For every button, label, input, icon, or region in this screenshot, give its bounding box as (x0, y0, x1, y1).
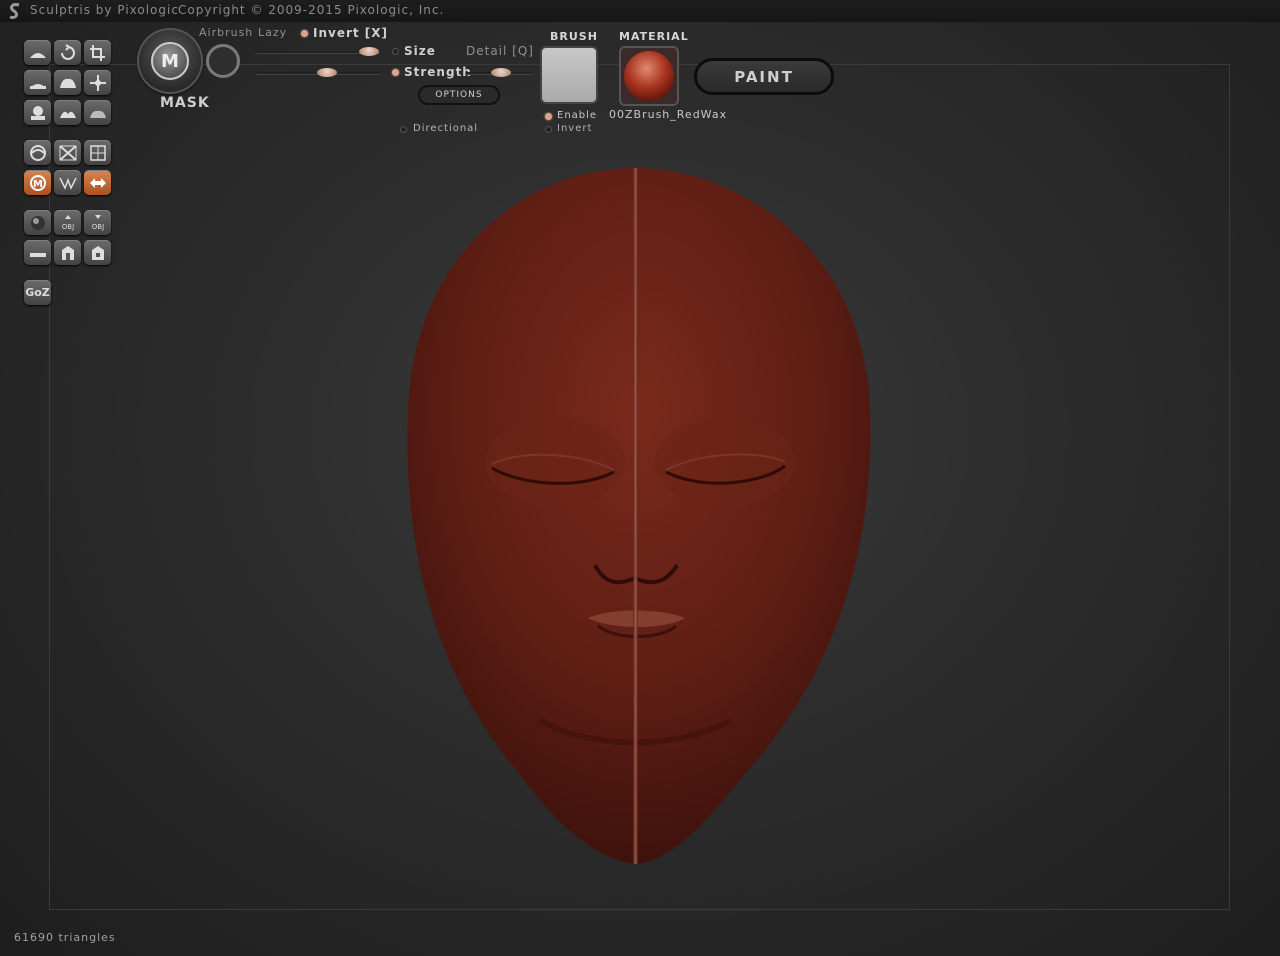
draw-tool-button[interactable] (24, 40, 51, 65)
rotate-tool-button[interactable] (54, 40, 81, 65)
material-name: 00ZBrush_RedWax (609, 108, 728, 121)
brush-invert-indicator[interactable] (545, 126, 552, 133)
move-arrows-icon (89, 74, 106, 91)
detail-slider-knob[interactable] (491, 68, 511, 77)
mask-mode-button[interactable]: M (24, 170, 51, 195)
import-obj-label: OBJ (61, 223, 73, 231)
mirror-button[interactable] (84, 170, 111, 195)
paint-button[interactable]: PAINT (694, 58, 834, 95)
inflate-icon (59, 78, 76, 88)
brush-texture-swatch[interactable] (540, 46, 598, 104)
grid-button[interactable] (84, 140, 111, 165)
left-eye-socket (485, 417, 625, 507)
save-file-button[interactable] (84, 240, 111, 265)
mask-m-icon: M (29, 174, 46, 191)
open-file-button[interactable] (54, 240, 81, 265)
invert-toggle[interactable]: Invert [X] (313, 26, 388, 40)
sculptris-logo-icon (9, 3, 20, 19)
save-file-icon (91, 245, 104, 260)
move-tool-button[interactable] (84, 70, 111, 95)
reduce-button[interactable] (54, 170, 81, 195)
symmetry-button[interactable] (24, 140, 51, 165)
grid-icon (89, 144, 106, 161)
detail-label: Detail [Q] (466, 44, 534, 58)
airbrush-toggle[interactable]: Airbrush (199, 26, 253, 39)
material-title: MATERIAL (619, 30, 689, 43)
right-eye-socket (655, 417, 795, 507)
head-surface (407, 168, 871, 864)
strength-slider-knob[interactable] (317, 68, 337, 77)
goz-button[interactable]: GoZ (24, 280, 51, 305)
app-title: Sculptris by Pixologic (30, 3, 179, 17)
crease-tool-button[interactable] (54, 100, 81, 125)
directional-toggle[interactable]: Directional (413, 123, 478, 134)
rotate-icon (60, 43, 75, 60)
crease-icon (59, 111, 76, 118)
options-button[interactable]: OPTIONS (418, 85, 500, 105)
strength-label: Strength (404, 65, 472, 79)
import-obj-icon: OBJ (61, 214, 74, 231)
symmetry-seam (633, 168, 638, 864)
plane-icon (29, 252, 46, 257)
symmetry-icon (29, 144, 46, 161)
wireframe-icon (58, 144, 77, 161)
smooth-tool-button[interactable] (84, 100, 111, 125)
reduce-icon (58, 177, 77, 190)
import-obj-button[interactable]: OBJ (54, 210, 81, 235)
material-swatch[interactable] (619, 46, 679, 106)
crop-icon (89, 44, 105, 61)
wireframe-button[interactable] (54, 140, 81, 165)
smooth-icon (89, 110, 106, 118)
mask-label: MASK (160, 95, 210, 111)
flatten-tool-button[interactable] (24, 70, 51, 95)
crop-tool-button[interactable] (84, 40, 111, 65)
export-obj-icon: OBJ (91, 214, 104, 231)
new-plane-button[interactable] (24, 240, 51, 265)
pinch-tool-button[interactable] (24, 100, 51, 125)
material-sphere-icon (624, 51, 674, 101)
new-sphere-button[interactable] (24, 210, 51, 235)
title-bar: Sculptris by Pixologic Copyright © 2009-… (0, 0, 1280, 22)
size-indicator[interactable] (392, 48, 399, 55)
lazy-toggle[interactable]: Lazy (258, 26, 287, 39)
export-obj-button[interactable]: OBJ (84, 210, 111, 235)
mask-button[interactable]: M (139, 30, 201, 92)
copyright-text: Copyright © 2009-2015 Pixologic, Inc. (178, 3, 445, 17)
sculpt-head-model[interactable] (380, 160, 900, 880)
triangle-count: 61690 triangles (14, 931, 116, 944)
sphere-icon (30, 215, 45, 230)
draw-brush-icon (29, 52, 46, 58)
flatten-icon (29, 83, 46, 89)
inflate-tool-button[interactable] (54, 70, 81, 95)
brush-falloff-ring[interactable] (206, 44, 240, 78)
size-label: Size (404, 44, 436, 58)
mask-m-badge-icon: M (151, 42, 189, 80)
export-obj-label: OBJ (91, 223, 103, 231)
strength-indicator[interactable] (392, 69, 399, 76)
size-slider-knob[interactable] (359, 47, 379, 56)
open-file-icon (61, 245, 74, 260)
directional-indicator[interactable] (400, 126, 407, 133)
pinch-icon (30, 105, 45, 120)
brush-invert-toggle[interactable]: Invert (557, 123, 592, 134)
svg-text:M: M (33, 179, 43, 190)
brush-title: BRUSH (550, 30, 598, 43)
brush-enable-indicator[interactable] (545, 113, 552, 120)
goz-label: GoZ (25, 286, 50, 299)
double-arrow-icon (89, 177, 106, 188)
invert-indicator[interactable] (301, 30, 308, 37)
brush-enable-toggle[interactable]: Enable (557, 110, 597, 121)
